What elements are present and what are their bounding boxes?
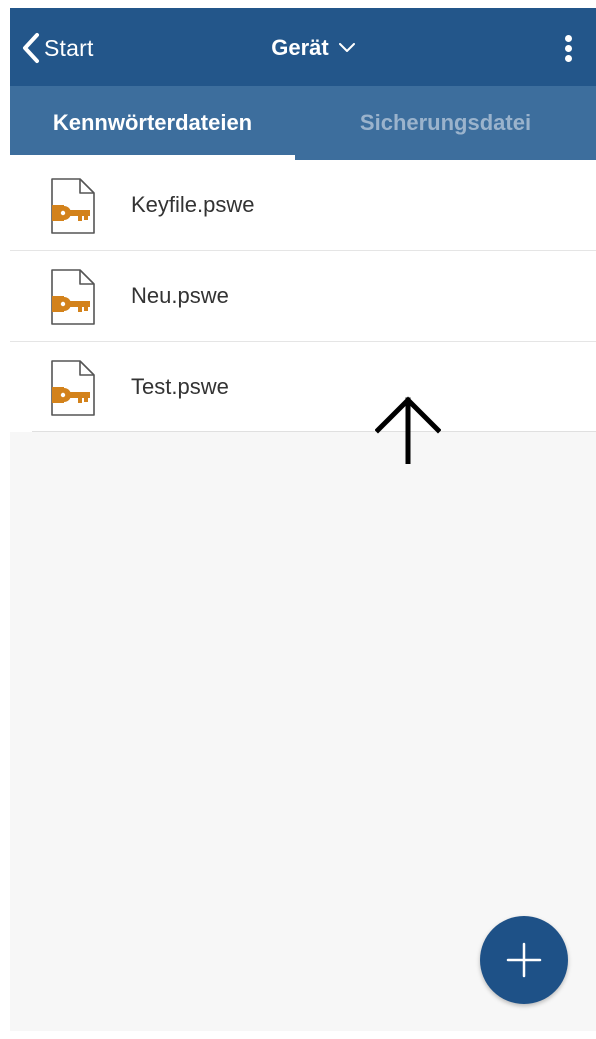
key-file-icon [51, 269, 95, 325]
app-screen: Start Gerät Kennwörterdateien Sicherungs… [10, 8, 596, 1031]
chevron-down-icon [338, 43, 355, 52]
list-item[interactable]: Test.pswe [10, 342, 596, 432]
file-name: Keyfile.pswe [131, 192, 255, 217]
tab-sicherungsdatei[interactable]: Sicherungsdatei [295, 86, 596, 160]
more-vertical-icon[interactable] [558, 30, 578, 66]
file-list: Keyfile.pswe Neu.pswe Test.pswe [10, 160, 596, 432]
list-item[interactable]: Keyfile.pswe [10, 160, 596, 251]
tab-label: Sicherungsdatei [359, 110, 532, 135]
file-name: Neu.pswe [131, 283, 229, 308]
plus-icon [506, 942, 542, 978]
key-file-icon [51, 178, 95, 234]
tab-kennwoerterdateien[interactable]: Kennwörterdateien [10, 86, 295, 160]
page-title: Gerät [271, 35, 329, 60]
tab-bar: Kennwörterdateien Sicherungsdatei [10, 86, 596, 160]
tab-label: Kennwörterdateien [52, 110, 253, 135]
list-item[interactable]: Neu.pswe [10, 251, 596, 342]
add-file-button[interactable] [480, 916, 568, 1004]
location-selector[interactable]: Gerät [10, 30, 596, 66]
arrow-up-icon [375, 396, 441, 464]
file-name: Test.pswe [131, 374, 229, 399]
navigation-bar: Start Gerät [10, 8, 596, 86]
key-file-icon [51, 360, 95, 416]
